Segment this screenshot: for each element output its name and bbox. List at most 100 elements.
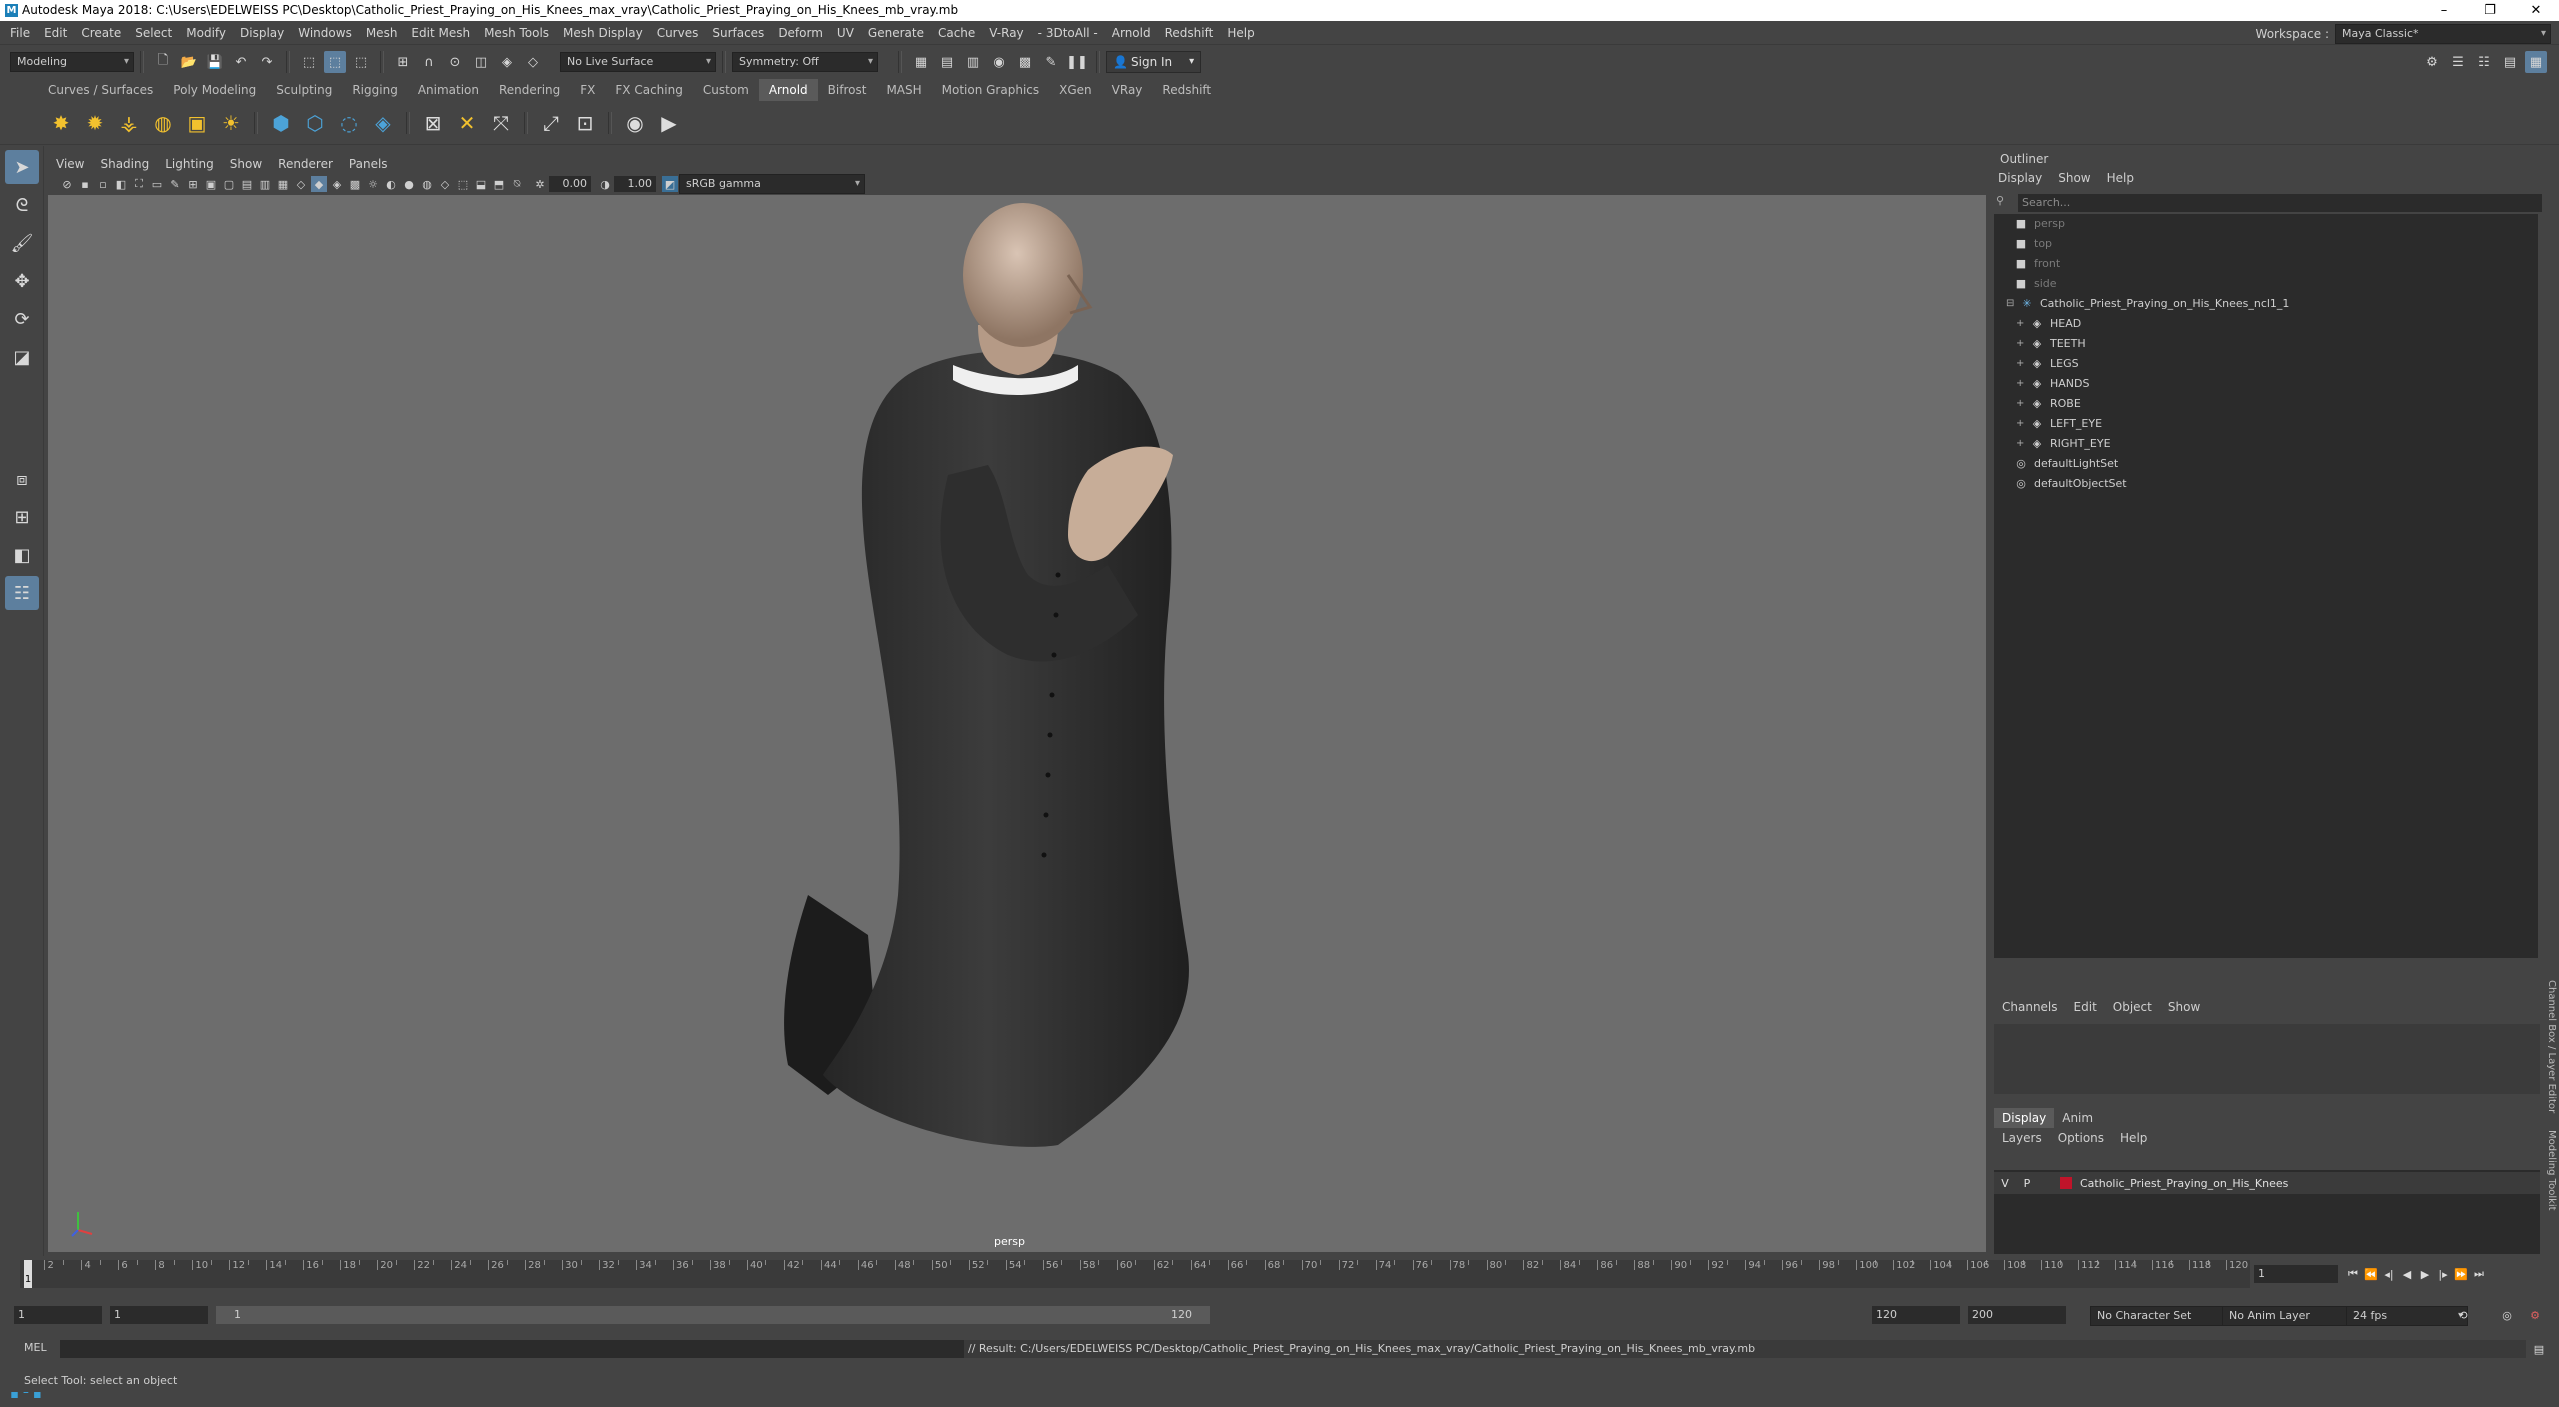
layer-menu-help[interactable]: Help — [2112, 1128, 2155, 1148]
channel-box-menu-object[interactable]: Object — [2105, 996, 2160, 1018]
collapse-icon[interactable]: ⊟ — [2006, 294, 2016, 314]
shelf-tab-rendering[interactable]: Rendering — [489, 79, 570, 101]
exposure-field[interactable]: 0.00 — [549, 176, 591, 192]
shelf-tab-custom[interactable]: Custom — [693, 79, 759, 101]
arnold-physical-sky-icon[interactable]: ☀ — [216, 108, 246, 138]
outliner-menu-help[interactable]: Help — [2099, 171, 2142, 185]
outliner-item[interactable]: + ◈ RIGHT_EYE — [1994, 434, 2538, 454]
go-to-end-icon[interactable]: ⏭ — [2470, 1265, 2488, 1283]
gate-mask-icon[interactable]: ▢ — [221, 176, 237, 192]
sign-in-button[interactable]: 👤 Sign In ▾ — [1106, 51, 1202, 73]
playback-start-field[interactable]: 1 — [110, 1306, 208, 1324]
pause-render-icon[interactable]: ❚❚ — [1066, 51, 1088, 73]
symmetry-dropdown[interactable]: Symmetry: Off — [732, 52, 878, 72]
shelf-tab-rigging[interactable]: Rigging — [342, 79, 407, 101]
open-scene-icon[interactable]: 📂 — [178, 51, 200, 73]
shelf-tab-poly-modeling[interactable]: Poly Modeling — [163, 79, 266, 101]
step-forward-key-icon[interactable]: ⏩ — [2452, 1265, 2470, 1283]
textured-icon[interactable]: ▩ — [347, 176, 363, 192]
expand-icon[interactable]: + — [2016, 374, 2026, 394]
menu-cache[interactable]: Cache — [931, 21, 982, 45]
arnold-render-icon[interactable]: ▶ — [654, 108, 684, 138]
menu-deform[interactable]: Deform — [771, 21, 830, 45]
backface-culling-icon[interactable]: ⍉ — [509, 176, 525, 192]
film-gate-icon[interactable]: ▭ — [149, 176, 165, 192]
script-language-toggle[interactable]: MEL — [24, 1341, 47, 1354]
menu-mesh-display[interactable]: Mesh Display — [556, 21, 650, 45]
perspective-outliner-layout-icon[interactable]: ◧ — [5, 538, 39, 572]
arnold-area-light-icon[interactable]: ✸ — [46, 108, 76, 138]
render-frame-icon[interactable]: ▤ — [936, 51, 958, 73]
outliner-item[interactable]: ■ persp — [1994, 214, 2538, 234]
time-slider[interactable]: 2 4 6 8 10 12 14 16 18 20 22 24 26 28 30 32 34 36 38 40 42 44… — [0, 1256, 2250, 1292]
use-all-lights-icon[interactable]: ☼ — [365, 176, 381, 192]
play-backwards-icon[interactable]: ◀ — [2398, 1265, 2416, 1283]
channel-box-menu-edit[interactable]: Edit — [2066, 996, 2105, 1018]
menu-3dtoall[interactable]: - 3DtoAll - — [1031, 21, 1105, 45]
wireframe-icon[interactable]: ◇ — [293, 176, 309, 192]
render-settings-icon[interactable]: ◉ — [988, 51, 1010, 73]
shelf-tab-animation[interactable]: Animation — [408, 79, 489, 101]
outliner-item[interactable]: ■ front — [1994, 254, 2538, 274]
arnold-tx-manager-icon[interactable]: ✕ — [452, 108, 482, 138]
ipr-render-icon[interactable]: ▥ — [962, 51, 984, 73]
channel-box-area[interactable] — [1994, 1024, 2540, 1094]
step-back-frame-icon[interactable]: ◂| — [2380, 1265, 2398, 1283]
xray-icon[interactable]: ⬓ — [473, 176, 489, 192]
lasso-tool-icon[interactable]: ᘓ — [5, 188, 39, 222]
animation-preferences-icon[interactable]: ⚙ — [2526, 1306, 2544, 1324]
arnold-flush-cache-icon[interactable]: ⤧ — [486, 108, 516, 138]
menu-edit[interactable]: Edit — [37, 21, 74, 45]
anim-layer-dropdown[interactable]: No Anim Layer — [2222, 1306, 2360, 1326]
outliner-item[interactable]: ◎ defaultObjectSet — [1994, 474, 2538, 494]
grease-pencil-icon[interactable]: ✎ — [167, 176, 183, 192]
outliner-item[interactable]: + ◈ LEGS — [1994, 354, 2538, 374]
arnold-photometric-light-icon[interactable]: ⚶ — [114, 108, 144, 138]
ambient-occlusion-icon[interactable]: ● — [401, 176, 417, 192]
tool-settings-icon[interactable]: ☷ — [2473, 51, 2495, 73]
lock-camera-icon[interactable]: ⛶ — [131, 176, 147, 192]
anti-aliasing-icon[interactable]: ◇ — [437, 176, 453, 192]
expand-icon[interactable]: + — [2016, 434, 2026, 454]
safe-title-icon[interactable]: ▦ — [275, 176, 291, 192]
modeling-toolkit-icon[interactable]: ⚙ — [2421, 51, 2443, 73]
snap-vertex-icon[interactable]: ◇ — [522, 51, 544, 73]
field-chart-icon[interactable]: ▤ — [239, 176, 255, 192]
menu-generate[interactable]: Generate — [861, 21, 931, 45]
layer-menu-options[interactable]: Options — [2050, 1128, 2112, 1148]
select-hierarchy-icon[interactable]: ⬚ — [298, 51, 320, 73]
outliner-search-input[interactable]: Search... — [2018, 194, 2542, 212]
undo-icon[interactable]: ↶ — [230, 51, 252, 73]
menu-mesh-tools[interactable]: Mesh Tools — [477, 21, 556, 45]
shelf-tab-curves-surfaces[interactable]: Curves / Surfaces — [38, 79, 163, 101]
snap-point-icon[interactable]: ⊙ — [444, 51, 466, 73]
viewport-menu-show[interactable]: Show — [222, 154, 270, 174]
menu-help[interactable]: Help — [1220, 21, 1261, 45]
expand-icon[interactable]: + — [2016, 354, 2026, 374]
snap-view-icon[interactable]: ◫ — [470, 51, 492, 73]
search-options-icon[interactable]: ⚲ — [1996, 194, 2012, 212]
camera-attributes-icon[interactable]: ⊘ — [59, 176, 75, 192]
playback-end-field[interactable]: 120 — [1872, 1306, 1960, 1324]
fps-dropdown[interactable]: 24 fps — [2346, 1306, 2468, 1326]
animation-start-field[interactable]: 1 — [14, 1306, 102, 1324]
shelf-tab-bifrost[interactable]: Bifrost — [818, 79, 877, 101]
loop-playback-icon[interactable]: ⟲ — [2454, 1306, 2472, 1324]
smooth-shade-icon[interactable]: ◆ — [311, 176, 327, 192]
four-view-layout-icon[interactable]: ⊞ — [5, 500, 39, 534]
layer-tab-display[interactable]: Display — [1994, 1108, 2055, 1128]
snap-curve-icon[interactable]: ∩ — [418, 51, 440, 73]
paint-select-tool-icon[interactable]: 🖌 — [5, 226, 39, 260]
step-forward-frame-icon[interactable]: |▸ — [2434, 1265, 2452, 1283]
arnold-curve-collector-icon[interactable]: ◌ — [334, 108, 364, 138]
channel-box-icon[interactable]: ▤ — [2499, 51, 2521, 73]
hypershade-icon[interactable]: ▩ — [1014, 51, 1036, 73]
arnold-shader-icon[interactable]: ⊡ — [570, 108, 600, 138]
maximize-button[interactable]: ❐ — [2467, 0, 2513, 21]
menu-surfaces[interactable]: Surfaces — [705, 21, 771, 45]
menu-set-dropdown[interactable]: Modeling — [10, 52, 134, 72]
outliner-item[interactable]: + ◈ LEFT_EYE — [1994, 414, 2538, 434]
arnold-standin-icon[interactable]: ⬢ — [266, 108, 296, 138]
isolate-select-icon[interactable]: ⬚ — [455, 176, 471, 192]
arnold-ipr-icon[interactable]: ◉ — [620, 108, 650, 138]
